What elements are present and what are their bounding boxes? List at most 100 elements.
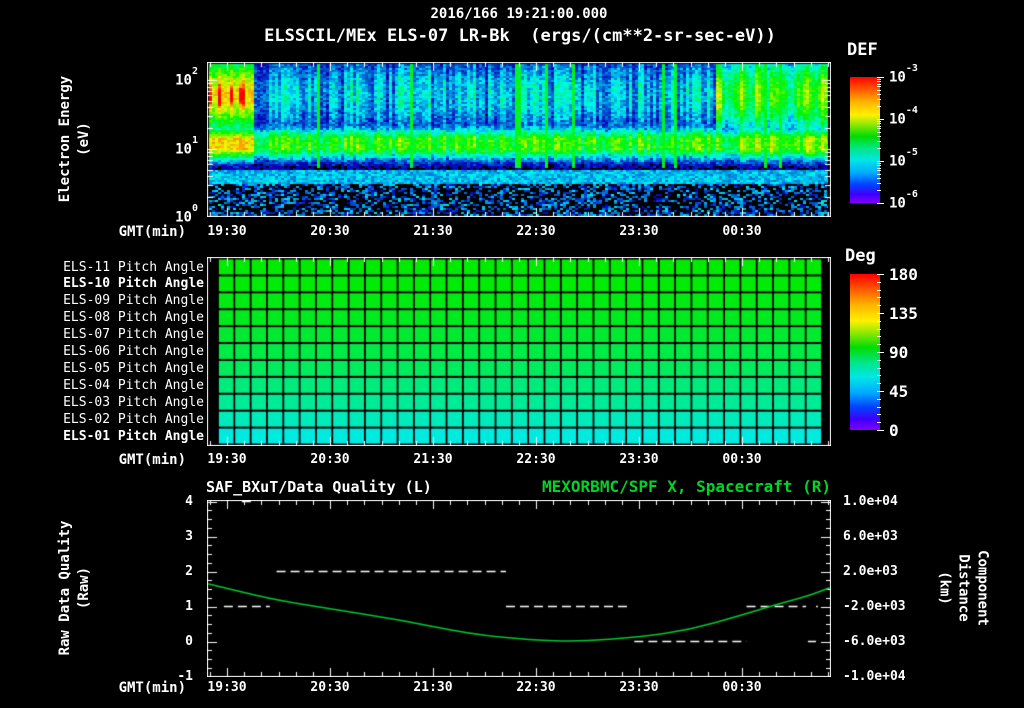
quality-tick-label: 3 (185, 529, 193, 544)
deg-colorbar-tick (877, 328, 881, 330)
x-tick-label: 23:30 (619, 224, 659, 239)
deg-tick-label: 45 (889, 382, 909, 401)
deg-colorbar-tick (877, 336, 881, 338)
deg-colorbar-tick (877, 274, 884, 275)
deg-colorbar-tick (877, 320, 881, 322)
def-colorbar-tick (877, 81, 881, 83)
energy-axis-label-line2: (eV) (76, 122, 92, 156)
pitch-row-label: ELS-09 Pitch Angle (63, 293, 204, 309)
def-colorbar-tick (877, 182, 881, 184)
def-colorbar-tick (877, 120, 881, 122)
bottom-left-series-title: SAF_BXuT/Data Quality (L) (206, 478, 432, 496)
distance-tick-label: -6.0e+03 (843, 634, 906, 649)
component-distance-axis-label-line2: (km) (936, 571, 953, 605)
deg-tick-label: 135 (889, 304, 918, 323)
pitch-angle-grid-canvas (207, 257, 831, 446)
def-colorbar-tick (877, 77, 884, 78)
quality-tick-label: 2 (185, 564, 193, 579)
x-tick-label: 21:30 (413, 452, 453, 467)
x-tick-label: 22:30 (516, 452, 556, 467)
component-distance-axis-label: Component Distance (km) (935, 550, 992, 626)
plot-stage: 2016/166 19:21:00.000 ELSSCIL/MEx ELS-07… (0, 0, 1024, 708)
def-colorbar-tick (877, 119, 884, 120)
x-tick-label: 00:30 (722, 680, 762, 695)
x-tick-label: 22:30 (516, 680, 556, 695)
def-colorbar-tick (877, 98, 881, 100)
electron-energy-spectrogram-canvas (207, 62, 831, 217)
distance-tick-label: -1.0e+04 (843, 669, 906, 684)
deg-colorbar-tick (877, 398, 881, 400)
def-colorbar-tick (877, 167, 881, 169)
pitch-row-label: ELS-11 Pitch Angle (63, 259, 204, 275)
x-tick-label: 00:30 (722, 452, 762, 467)
deg-tick-label: 0 (889, 421, 899, 440)
quality-tick-label: -1 (177, 669, 193, 684)
distance-tick-label: -2.0e+03 (843, 599, 906, 614)
deg-colorbar-tick (877, 359, 881, 361)
plot-title: ELSSCIL/MEx ELS-07 LR-Bk (ergs/(cm**2-sr… (264, 26, 776, 46)
quality-position-plot-canvas (207, 500, 831, 677)
def-colorbar-tick (877, 148, 881, 150)
def-colorbar-tick (877, 190, 881, 192)
gmt-label-mid: GMT(min) (118, 452, 186, 468)
x-tick-label: 19:30 (207, 224, 247, 239)
def-colorbar-tick (877, 131, 881, 133)
def-colorbar-title: DEF (847, 40, 878, 60)
x-tick-label: 22:30 (516, 224, 556, 239)
distance-tick-label: 2.0e+03 (843, 564, 898, 579)
deg-colorbar-tick (877, 367, 881, 369)
raw-quality-axis-label: Raw Data Quality (Raw) (56, 521, 94, 656)
deg-colorbar-tick (877, 297, 881, 299)
def-colorbar-tick (877, 177, 881, 179)
component-distance-axis-label-line1: Component Distance (955, 550, 991, 626)
def-colorbar-tick (877, 135, 881, 137)
deg-colorbar-tick (877, 352, 884, 353)
pitch-row-label: ELS-04 Pitch Angle (63, 377, 204, 393)
def-colorbar-tick (877, 128, 881, 130)
def-colorbar-tick (877, 203, 884, 204)
def-colorbar-tick (877, 86, 881, 88)
def-colorbar-tick (877, 162, 881, 164)
deg-colorbar-tick (877, 414, 881, 416)
def-colorbar-tick (877, 93, 881, 95)
deg-colorbar-tick (877, 383, 881, 385)
x-tick-label: 20:30 (310, 680, 350, 695)
def-tick-label: 10-4 (889, 105, 918, 128)
energy-tick-label: 100 (175, 203, 198, 226)
energy-axis-label: Electron Energy (eV) (56, 76, 94, 202)
x-tick-label: 19:30 (207, 452, 247, 467)
deg-colorbar-tick (877, 406, 881, 408)
quality-tick-label: 1 (185, 599, 193, 614)
x-tick-label: 23:30 (619, 452, 659, 467)
pitch-row-label: ELS-05 Pitch Angle (63, 360, 204, 376)
def-colorbar-tick (877, 89, 881, 91)
distance-tick-label: 6.0e+03 (843, 529, 898, 544)
def-colorbar-tick (877, 125, 881, 127)
x-tick-label: 23:30 (619, 680, 659, 695)
def-colorbar-tick (877, 140, 881, 142)
pitch-row-label: ELS-08 Pitch Angle (63, 310, 204, 326)
gmt-label-top: GMT(min) (118, 224, 186, 240)
deg-colorbar-tick (877, 313, 884, 314)
x-tick-label: 20:30 (310, 452, 350, 467)
raw-quality-axis-label-line1: Raw Data Quality (57, 520, 73, 656)
def-colorbar-tick (877, 161, 884, 162)
def-tick-label: 10-3 (889, 63, 918, 86)
pitch-row-label: ELS-10 Pitch Angle (63, 276, 204, 292)
pitch-row-label: ELS-01 Pitch Angle (63, 428, 204, 444)
def-colorbar (850, 77, 880, 203)
def-colorbar-tick (877, 123, 881, 125)
x-tick-label: 21:30 (413, 224, 453, 239)
x-tick-label: 20:30 (310, 224, 350, 239)
def-colorbar-tick (877, 106, 881, 108)
deg-colorbar-tick (877, 375, 881, 377)
deg-tick-label: 180 (889, 265, 918, 284)
deg-colorbar-tick (877, 422, 881, 424)
raw-quality-axis-label-line2: (Raw) (76, 566, 92, 610)
def-colorbar-tick (877, 173, 881, 175)
quality-tick-label: 0 (185, 634, 193, 649)
def-colorbar-tick (877, 83, 881, 85)
def-colorbar-tick (877, 78, 881, 80)
x-tick-label: 21:30 (413, 680, 453, 695)
bottom-right-series-title: MEXORBMC/SPF X, Spacecraft (R) (542, 477, 831, 496)
